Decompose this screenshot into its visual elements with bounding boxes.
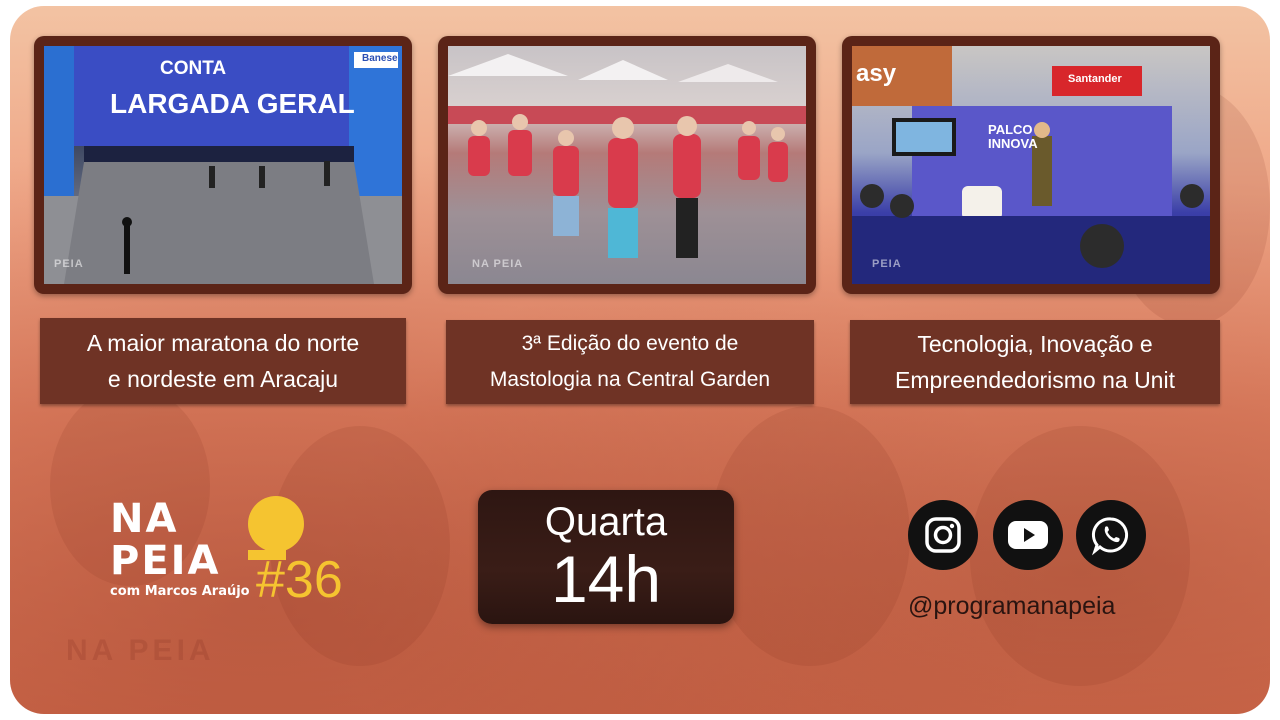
brand-easy: asy bbox=[856, 60, 897, 87]
caption-line: Empreendedorismo na Unit bbox=[895, 367, 1175, 393]
logo-sun-icon bbox=[248, 496, 304, 552]
caption-marathon: A maior maratona do norte e nordeste em … bbox=[40, 318, 406, 404]
photo-frame-marathon: CONTA LARGADA GERAL Banese PEIA bbox=[34, 36, 412, 294]
photo-watermark: PEIA bbox=[872, 258, 902, 270]
episode-number: #36 bbox=[256, 551, 343, 609]
caption-line: A maior maratona do norte bbox=[86, 330, 360, 356]
schedule-time: 14h bbox=[550, 542, 662, 616]
banner-text-largada: LARGADA GERAL bbox=[110, 88, 355, 119]
whatsapp-icon[interactable] bbox=[1076, 500, 1146, 570]
sponsor-santander: Santander bbox=[1068, 73, 1122, 85]
stage-text-palco: PALCO bbox=[988, 122, 1033, 137]
sponsor-banese: Banese bbox=[362, 53, 398, 64]
logo-line-na: NA bbox=[110, 496, 179, 542]
photo-innovation: asy Santander PALCO INNOVA PEIA bbox=[852, 46, 1210, 284]
photo-frame-innovation: asy Santander PALCO INNOVA PEIA bbox=[842, 36, 1220, 294]
background-silhouette bbox=[710, 406, 910, 666]
schedule-day: Quarta bbox=[544, 500, 668, 544]
caption-innovation: Tecnologia, Inovação e Empreendedorismo … bbox=[850, 320, 1220, 404]
photo-mastology: NA PEIA bbox=[448, 46, 806, 284]
logo-host: com Marcos Araújo bbox=[110, 584, 250, 599]
photo-marathon: CONTA LARGADA GERAL Banese PEIA bbox=[44, 46, 402, 284]
caption-line: Mastologia na Central Garden bbox=[489, 368, 771, 391]
banner-text-conta: CONTA bbox=[160, 58, 227, 79]
photo-watermark: NA PEIA bbox=[472, 258, 524, 270]
instagram-icon[interactable] bbox=[908, 500, 978, 570]
schedule-box: Quarta 14h bbox=[478, 490, 734, 624]
caption-line: 3ª Edição do evento de bbox=[521, 332, 739, 355]
caption-line: Tecnologia, Inovação e bbox=[917, 331, 1153, 357]
stage-text-innova: INNOVA bbox=[988, 136, 1038, 151]
youtube-icon[interactable] bbox=[993, 500, 1063, 570]
logo-line-peia: PEIA bbox=[110, 538, 221, 584]
ghost-watermark: NA PEIA bbox=[66, 634, 215, 667]
photo-frame-mastology: NA PEIA bbox=[438, 36, 816, 294]
background-silhouette bbox=[270, 426, 450, 666]
social-handle[interactable]: @programanapeia bbox=[908, 592, 1115, 621]
thumbnail-canvas: CONTA LARGADA GERAL Banese PEIA NA PEIA … bbox=[10, 6, 1270, 714]
caption-line: e nordeste em Aracaju bbox=[107, 366, 339, 392]
photo-watermark: PEIA bbox=[54, 258, 84, 270]
caption-mastology: 3ª Edição do evento de Mastologia na Cen… bbox=[446, 320, 814, 404]
